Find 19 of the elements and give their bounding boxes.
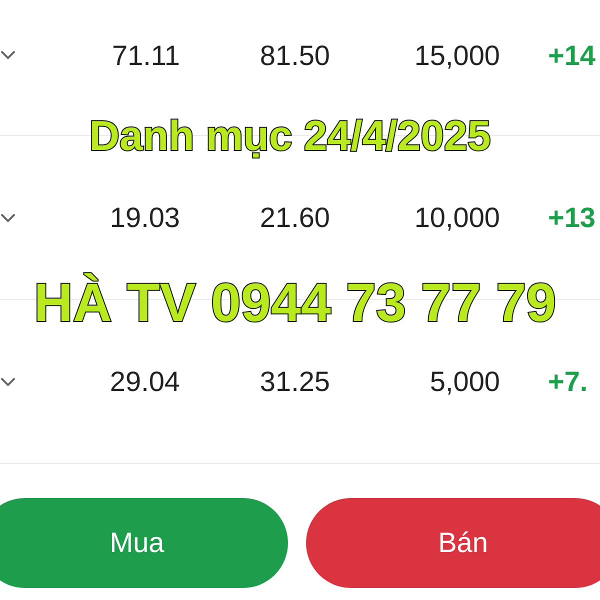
- price-value: 81.50: [258, 40, 330, 72]
- change-value: +7.: [548, 366, 588, 398]
- chevron-down-icon[interactable]: [0, 376, 16, 386]
- change-value: +13: [548, 202, 596, 234]
- cost-value: 19.03: [108, 202, 180, 234]
- quantity-value: 5,000: [428, 366, 500, 398]
- chevron-down-icon[interactable]: [0, 212, 16, 222]
- overlay-caption: HÀ TV 0944 73 77 79: [32, 272, 558, 334]
- chevron-down-icon[interactable]: [0, 50, 16, 60]
- cost-value: 29.04: [108, 366, 180, 398]
- cost-value: 71.11: [111, 40, 180, 72]
- price-value: 31.25: [258, 366, 330, 398]
- price-value: 21.60: [258, 202, 330, 234]
- buy-button[interactable]: Mua: [0, 498, 288, 588]
- quantity-value: 15,000: [413, 40, 500, 72]
- change-value: +14: [548, 40, 596, 72]
- overlay-caption: Danh mục 24/4/2025: [88, 112, 492, 160]
- quantity-value: 10,000: [413, 202, 500, 234]
- sell-button[interactable]: Bán: [306, 498, 600, 588]
